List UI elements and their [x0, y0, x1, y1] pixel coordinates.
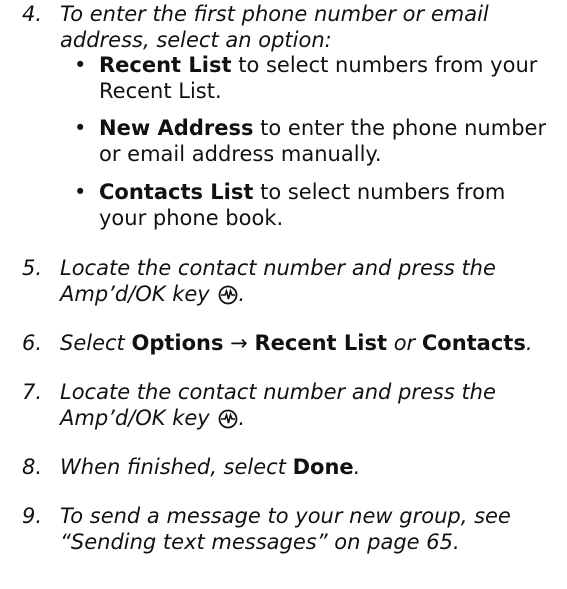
- bullet-dot: •: [74, 180, 87, 204]
- menu-recent-list: Recent List: [254, 331, 387, 355]
- option-label: Recent List: [99, 53, 232, 77]
- step-text-or: or: [393, 331, 416, 355]
- step-7: 7. Locate the contact number and press t…: [22, 380, 562, 431]
- done-label: Done: [292, 455, 354, 479]
- menu-options: Options: [131, 331, 224, 355]
- manual-page: 4. To enter the first phone number or em…: [0, 0, 567, 589]
- option-recent-list: • Recent List to select numbers from you…: [74, 53, 559, 104]
- step-number: 6.: [22, 331, 43, 355]
- bullet-dot: •: [74, 116, 87, 140]
- step-number: 8.: [22, 455, 43, 479]
- option-label: New Address: [99, 116, 254, 140]
- step-period: .: [353, 455, 361, 479]
- step-number: 9.: [22, 504, 43, 528]
- step-text: Locate the contact number and press the …: [60, 256, 496, 306]
- step-text: Select: [60, 331, 125, 355]
- option-contacts-list: • Contacts List to select numbers from y…: [74, 180, 559, 231]
- step-period: .: [238, 281, 246, 306]
- step-8: 8. When finished, select Done.: [22, 455, 562, 481]
- option-label: Contacts List: [99, 180, 254, 204]
- option-new-address: • New Address to enter the phone number …: [74, 116, 559, 167]
- step-text: To enter the first phone number or email…: [60, 2, 489, 52]
- menu-arrow: →: [230, 331, 248, 355]
- step-number: 5.: [22, 256, 43, 280]
- amp-ok-key-icon: [219, 285, 238, 304]
- step-text: When finished, select: [60, 455, 286, 479]
- step-period: .: [238, 405, 246, 430]
- step-6: 6. Select Options → Recent List or Conta…: [22, 331, 562, 357]
- step-number: 7.: [22, 380, 43, 404]
- step-text: Locate the contact number and press the …: [60, 380, 496, 430]
- step-5: 5. Locate the contact number and press t…: [22, 256, 562, 307]
- step-9: 9. To send a message to your new group, …: [22, 504, 562, 555]
- amp-ok-key-icon: [219, 409, 238, 428]
- step-period: .: [525, 331, 533, 355]
- step-4: 4. To enter the first phone number or em…: [22, 2, 562, 53]
- step-number: 4.: [22, 2, 43, 26]
- menu-contacts: Contacts: [421, 331, 526, 355]
- step-text: To send a message to your new group, see…: [60, 504, 511, 554]
- bullet-dot: •: [74, 53, 87, 77]
